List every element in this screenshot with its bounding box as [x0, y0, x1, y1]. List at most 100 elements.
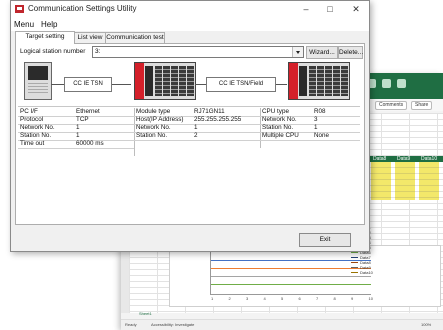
chart-x-tick: 2: [228, 296, 231, 301]
plc-io-unit: [317, 66, 324, 96]
legend-item: Data10: [351, 270, 395, 275]
delete-button[interactable]: Delete...: [338, 46, 363, 59]
host-ip-label: Host(IP Address): [136, 116, 184, 123]
multiple-cpu-value: None: [314, 132, 330, 139]
chart-series-line: [211, 284, 371, 285]
network2-label: CC IE TSN/Field: [206, 77, 276, 92]
plc-io-unit: [187, 66, 194, 96]
timeout-value: 60000 ms: [76, 140, 104, 147]
pc-icon: [24, 62, 52, 100]
plc-module-icon: [134, 62, 196, 100]
app-icon: [15, 5, 24, 13]
column-divider: [260, 108, 261, 148]
tab-target-setting[interactable]: Target setting: [15, 31, 75, 44]
module-station-no-label: Station No.: [136, 132, 168, 139]
title-bar: Communication Settings Utility – □ ✕: [11, 1, 369, 18]
share-button[interactable]: Share: [411, 101, 433, 110]
chart-x-tick: 9: [351, 296, 354, 301]
table-column-data8: [371, 162, 391, 200]
communication-settings-dialog: Communication Settings Utility – □ ✕ Men…: [10, 0, 370, 252]
comments-button[interactable]: Comments: [375, 101, 408, 110]
window-title: Communication Settings Utility: [28, 4, 137, 13]
chevron-down-icon[interactable]: [292, 47, 303, 57]
table-column-data10: [419, 162, 439, 200]
close-icon[interactable]: [397, 79, 406, 88]
chart-x-tick: 10: [368, 296, 373, 301]
protocol-value: TCP: [76, 116, 89, 123]
pc-station-no-label: Station No.: [20, 132, 52, 139]
status-ready: Ready: [125, 322, 137, 327]
row-divider: [18, 132, 360, 133]
legend-swatch: [351, 272, 358, 273]
target-setting-panel: Logical station number 3: Wizard... Dele…: [15, 43, 365, 225]
plc-power-unit: [135, 63, 144, 99]
plc-cpu-unit: [299, 66, 307, 96]
status-accessibility[interactable]: Accessibility: Investigate: [151, 322, 194, 327]
logical-station-label: Logical station number: [20, 48, 86, 55]
chart-x-tick: 7: [316, 296, 319, 301]
legend-swatch: [351, 257, 358, 258]
cpu-network-no-value: 3: [314, 116, 318, 123]
cpu-station-no-label: Station No.: [262, 124, 294, 131]
cpu-network-no-label: Network No.: [262, 116, 297, 123]
network1-label: CC IE TSN: [64, 77, 112, 92]
chart-x-tick: 3: [246, 296, 249, 301]
chart-axes: [210, 250, 371, 295]
close-icon[interactable]: ✕: [345, 3, 367, 16]
cpu-type-value: R08: [314, 108, 326, 115]
exit-button[interactable]: Exit: [299, 233, 351, 247]
plc-io-unit: [309, 66, 316, 96]
pc-station-no-value: 1: [76, 132, 80, 139]
row-divider: [18, 124, 360, 125]
chart-x-tick: 5: [281, 296, 284, 301]
legend-swatch: [351, 267, 358, 268]
plc-io-unit: [341, 66, 348, 96]
cpu-station-no-value: 1: [314, 124, 318, 131]
logical-station-value: 3:: [95, 48, 101, 55]
chart-x-tick: 4: [263, 296, 266, 301]
zoom-level[interactable]: 100%: [421, 322, 431, 327]
pc-screen: [28, 66, 48, 80]
cpu-type-label: CPU type: [262, 108, 289, 115]
info-separator: [18, 106, 360, 107]
chart-series-line: [211, 276, 371, 277]
connection-diagram: CC IE TSN CC IE TSN/Field: [16, 60, 364, 104]
logical-station-select[interactable]: 3:: [92, 46, 304, 58]
multiple-cpu-label: Multiple CPU: [262, 132, 299, 139]
menu-bar: Menu Help: [11, 18, 369, 31]
tab-communication-test[interactable]: Communication test: [105, 32, 165, 43]
table-column-data9: [395, 162, 415, 200]
row-divider: [18, 148, 134, 149]
pc-network-no-label: Network No.: [20, 124, 55, 131]
module-type-value: RJ71GN11: [194, 108, 225, 115]
chart-series-line: [211, 260, 371, 261]
sheet-tab[interactable]: Sheet1: [139, 311, 152, 316]
wizard-button[interactable]: Wizard...: [306, 46, 338, 59]
minimize-icon[interactable]: –: [295, 3, 317, 16]
legend-swatch: [351, 262, 358, 263]
timeout-label: Time out: [20, 140, 45, 147]
plc-power-unit: [289, 63, 298, 99]
plc-io-unit: [171, 66, 178, 96]
plc-io-unit: [333, 66, 340, 96]
spreadsheet-title-icons: [367, 79, 406, 88]
maximize-icon[interactable]: [382, 79, 391, 88]
row-divider: [18, 116, 360, 117]
tab-list-view[interactable]: List view: [73, 32, 107, 43]
plc-io-unit: [155, 66, 162, 96]
chart-x-tick: 1: [211, 296, 214, 301]
line-chart[interactable]: 1 2 3 4 5 6 7 8 9 10: [169, 245, 441, 307]
module-type-label: Module type: [136, 108, 171, 115]
legend-swatch: [351, 252, 358, 253]
plc-io-unit: [163, 66, 170, 96]
menu-help[interactable]: Help: [41, 20, 57, 29]
module-network-no-value: 1: [194, 124, 198, 131]
protocol-label: Protocol: [20, 116, 44, 123]
module-network-no-label: Network No.: [136, 124, 171, 131]
pc-network-no-value: 1: [76, 124, 80, 131]
legend-label: Data10: [360, 270, 373, 275]
plc-io-unit: [179, 66, 186, 96]
status-bar: Ready Accessibility: Investigate 100%: [121, 319, 443, 330]
menu-menu[interactable]: Menu: [14, 20, 34, 29]
maximize-icon[interactable]: □: [319, 3, 341, 16]
